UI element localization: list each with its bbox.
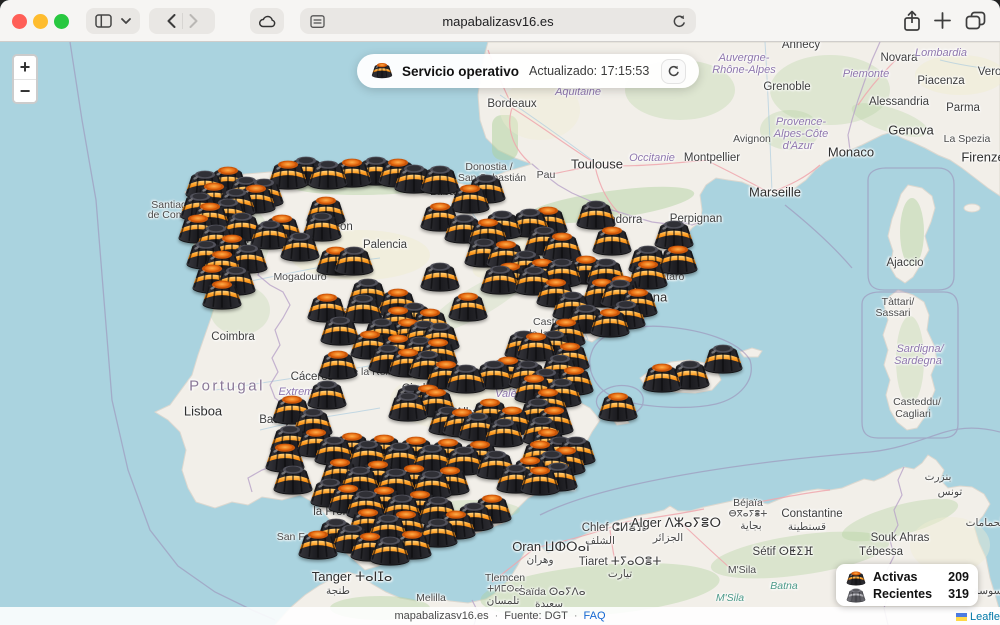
leaflet-link[interactable]: Leaflet: [970, 611, 1000, 623]
beacon-marker[interactable]: [199, 273, 245, 311]
close-button[interactable]: [12, 14, 27, 29]
beacon-recent-icon: [845, 585, 867, 603]
beacon-marker[interactable]: [587, 301, 633, 339]
legend-label: Recientes: [873, 587, 932, 601]
beacon-marker[interactable]: [295, 523, 341, 561]
cloud-icon: [258, 14, 277, 28]
sidebar-icon: [95, 14, 112, 28]
site-label: mapabalizasv16.es: [394, 610, 488, 622]
leaflet-attribution: Leaflet: [956, 611, 1000, 623]
browser-window: BordeauxAquitaineToulouseOccitaniePauMon…: [0, 0, 1000, 625]
legend-value: 209: [948, 570, 969, 584]
updated-label: Actualizado: 17:15:53: [529, 64, 649, 78]
chevron-down-icon: [121, 18, 131, 24]
ukraine-flag-icon: [956, 613, 967, 621]
legend: Activas 209 Recientes 319: [836, 564, 978, 606]
attribution-footer: mapabalizasv16.es · Fuente: DGT · FAQ Le…: [0, 607, 1000, 625]
legend-value: 319: [948, 587, 969, 601]
reload-button[interactable]: [672, 14, 686, 29]
legend-row-active: Activas 209: [845, 568, 969, 585]
page-settings-icon[interactable]: [310, 14, 325, 29]
zoom-in-button[interactable]: +: [14, 56, 36, 79]
legend-row-recent: Recientes 319: [845, 585, 969, 602]
refresh-button[interactable]: [661, 59, 686, 84]
zoom-out-button[interactable]: −: [14, 79, 36, 102]
minimize-button[interactable]: [33, 14, 48, 29]
separator: ·: [495, 610, 499, 622]
legend-label: Activas: [873, 570, 917, 584]
new-tab-button[interactable]: [934, 12, 951, 29]
share-button[interactable]: [902, 9, 922, 33]
beacon-marker[interactable]: [595, 385, 641, 423]
sidebar-toggle-button[interactable]: [86, 8, 140, 34]
map-canvas[interactable]: BordeauxAquitaineToulouseOccitaniePauMon…: [0, 0, 1000, 625]
beacon-active-icon: [845, 568, 867, 586]
beacon-marker[interactable]: [639, 356, 685, 394]
tabs-overview-button[interactable]: [965, 11, 986, 31]
basemap: [0, 0, 1000, 625]
url-text: mapabalizasv16.es: [300, 14, 696, 29]
status-pill: Servicio operativo Actualizado: 17:15:53: [357, 54, 699, 88]
address-bar[interactable]: mapabalizasv16.es: [300, 8, 696, 34]
cloud-button[interactable]: [250, 8, 284, 34]
status-label: Servicio operativo: [402, 64, 519, 79]
zoom-control: + −: [12, 54, 38, 104]
beacon-icon: [370, 59, 394, 84]
traffic-lights: [12, 14, 69, 29]
beacon-marker[interactable]: [305, 153, 351, 191]
faq-link[interactable]: FAQ: [584, 610, 606, 622]
refresh-icon: [667, 65, 680, 78]
beacon-marker[interactable]: [367, 529, 413, 567]
forward-button[interactable]: [189, 14, 198, 28]
back-button[interactable]: [167, 14, 176, 28]
source-label: Fuente: DGT: [504, 610, 568, 622]
nav-buttons: [149, 8, 215, 34]
browser-toolbar: mapabalizasv16.es: [0, 0, 1000, 42]
fullscreen-button[interactable]: [54, 14, 69, 29]
separator: ·: [574, 610, 578, 622]
beacon-marker[interactable]: [517, 459, 563, 497]
